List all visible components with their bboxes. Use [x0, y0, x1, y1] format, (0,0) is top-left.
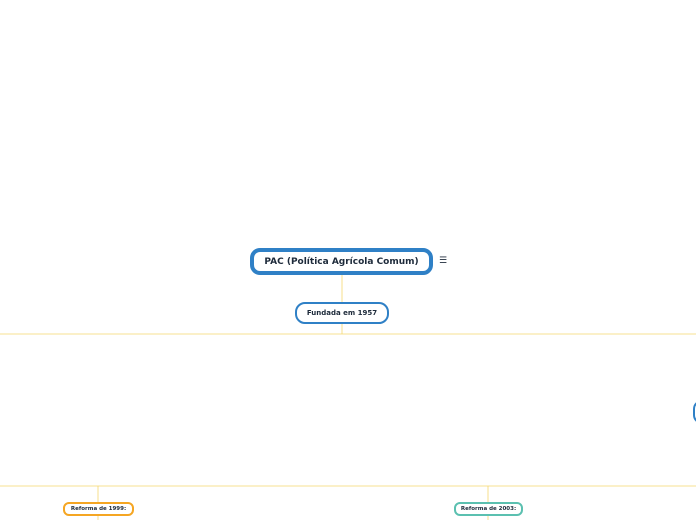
founded-1957-node[interactable]: Fundada em 1957	[295, 302, 389, 324]
reform-2003-label: Reforma de 2003:	[460, 506, 517, 512]
founded-1957-label: Fundada em 1957	[306, 309, 378, 317]
root-topic-node[interactable]: PAC (Política Agrícola Comum)	[250, 248, 433, 275]
reform-2003-node[interactable]: Reforma de 2003:	[454, 502, 523, 516]
root-topic-label: PAC (Política Agrícola Comum)	[264, 256, 419, 267]
reform-1999-node[interactable]: Reforma de 1999:	[63, 502, 134, 516]
reform-1999-label: Reforma de 1999:	[70, 506, 127, 512]
notes-icon[interactable]: ☰	[439, 256, 447, 266]
